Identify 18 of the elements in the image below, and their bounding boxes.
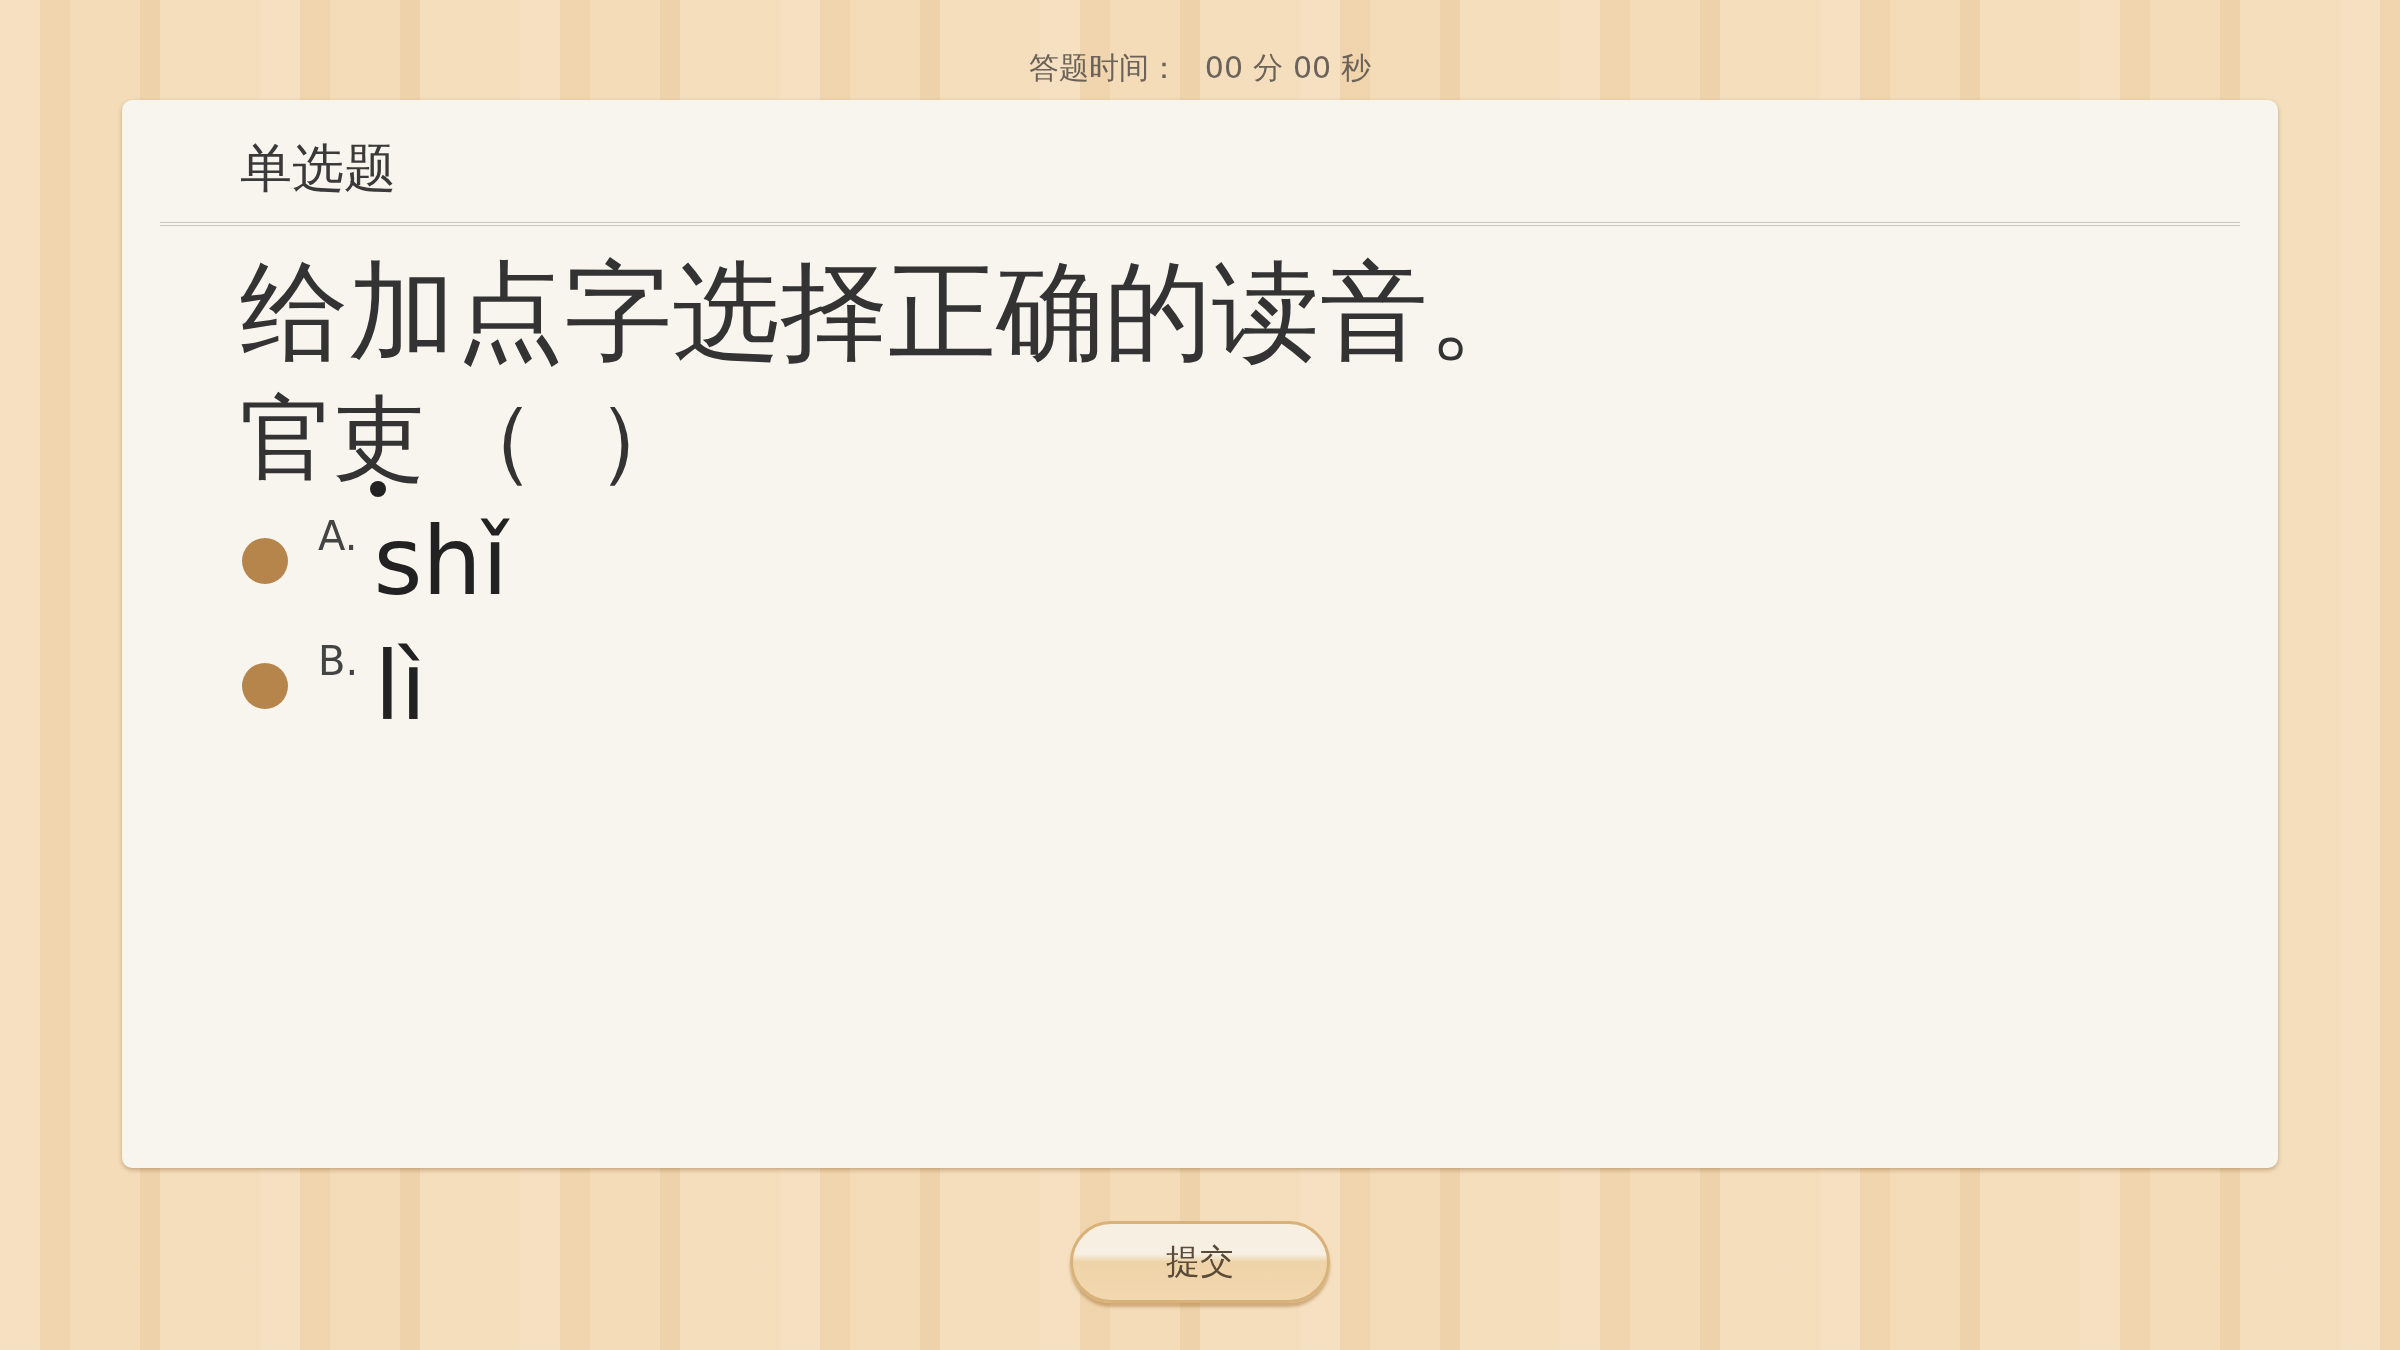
option-letter: A. (318, 512, 358, 559)
word-character: 官 (240, 384, 332, 494)
word-character: ） (596, 384, 688, 494)
option-text[interactable]: shǐ (373, 506, 509, 616)
timer-label: 答题时间： (1028, 49, 1179, 87)
timer-seconds: 00 (1293, 50, 1332, 85)
timer-unit: 分 (1253, 49, 1283, 87)
word-character: 吏 (332, 384, 424, 494)
timer-unit: 秒 (1341, 49, 1372, 87)
option-text[interactable]: lì (374, 631, 427, 741)
word-character: （ (444, 384, 536, 494)
question-prompt: 给加点字选择正确的读音。 (239, 248, 1537, 376)
radio-button[interactable] (242, 538, 288, 585)
timer-minutes: 00 (1204, 50, 1243, 85)
question-type-label: 单选题 (240, 137, 397, 200)
submit-button[interactable]: 提交 (1070, 1221, 1330, 1303)
option-letter: B. (318, 637, 359, 684)
radio-button[interactable] (242, 663, 288, 710)
